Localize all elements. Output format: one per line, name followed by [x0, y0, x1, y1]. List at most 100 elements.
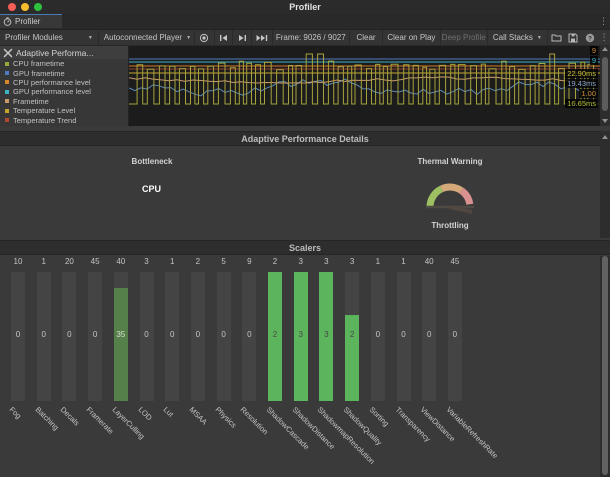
scaler-current-level: 0 — [448, 330, 462, 339]
scaler-current-level: 2 — [268, 330, 282, 339]
tools-icon — [3, 48, 13, 58]
scaler-current-level: 3 — [294, 330, 308, 339]
scalers-scrollbar[interactable] — [600, 256, 610, 477]
call-stacks-label: Call Stacks — [493, 33, 533, 42]
scaler-current-level: 0 — [422, 330, 436, 339]
scalers-scrollbar-thumb[interactable] — [602, 256, 608, 475]
legend-item[interactable]: Frametime — [0, 97, 128, 106]
scaler-current-level: 0 — [11, 330, 25, 339]
toolbar: Profiler Modules ▼ Autoconnected Player … — [0, 30, 610, 46]
legend-label: Temperature Trend — [13, 116, 76, 125]
titlebar: Profiler — [0, 0, 610, 14]
help-icon: ? — [585, 33, 595, 43]
scaler-current-level: 0 — [88, 330, 102, 339]
legend-label: Temperature Level — [13, 106, 75, 115]
legend-color-swatch — [5, 71, 9, 75]
legend-color-swatch — [5, 109, 9, 113]
legend-color-swatch — [5, 80, 9, 84]
tab-label: Profiler — [15, 17, 40, 26]
scaler-max-level: 40 — [422, 257, 436, 266]
scaler-current-level: 0 — [191, 330, 205, 339]
graph-value-label: 22.90ms — [565, 69, 598, 78]
module-header[interactable]: Adaptive Performa... — [0, 46, 128, 59]
tab-menu-icon[interactable]: ⋮ — [599, 15, 607, 28]
help-button[interactable]: ? — [581, 30, 598, 45]
scaler-current-level: 0 — [165, 330, 179, 339]
legend-item[interactable]: GPU performance level — [0, 87, 128, 96]
next-frame-button[interactable] — [233, 30, 252, 45]
clear-button[interactable]: Clear — [350, 30, 384, 45]
scaler-current-level: 0 — [397, 330, 411, 339]
scaler-max-level: 3 — [345, 257, 359, 266]
scaler-max-level: 1 — [37, 257, 51, 266]
scaler-max-level: 45 — [448, 257, 462, 266]
module-title: Adaptive Performa... — [16, 48, 93, 58]
load-profile-button[interactable] — [548, 30, 565, 45]
call-stacks-dropdown[interactable]: Call Stacks ▼ — [488, 30, 548, 45]
frame-indicator: Frame: 9026 / 9027 — [273, 30, 350, 45]
graph-value-label: 16.65ms — [565, 99, 598, 108]
legend-label: CPU frametime — [13, 59, 64, 68]
current-frame-button[interactable] — [252, 30, 273, 45]
previous-frame-button[interactable] — [215, 30, 234, 45]
scaler-max-level: 1 — [397, 257, 411, 266]
scaler-current-level: 3 — [319, 330, 333, 339]
scaler-name: Batching — [33, 405, 60, 432]
scaler-name: Sorting — [367, 405, 390, 428]
toolbar-menu-icon[interactable]: ⋮ — [598, 30, 610, 45]
skip-to-last-icon — [256, 34, 268, 42]
scroll-up-icon[interactable] — [601, 133, 609, 141]
legend-item[interactable]: GPU frametime — [0, 68, 128, 77]
details-scrollbar[interactable] — [600, 131, 610, 238]
graph-value-label: 9 — [590, 56, 598, 65]
legend-label: CPU performance level — [13, 78, 91, 87]
module-chart[interactable]: 9922.90ms19.43ms1.0016.65ms — [129, 46, 600, 126]
legend-color-swatch — [5, 90, 9, 94]
profiler-modules-dropdown[interactable]: Profiler Modules ▼ — [0, 30, 99, 45]
scaler-name: LOD — [136, 405, 153, 422]
scaler-name: Lut — [162, 405, 176, 419]
skip-next-icon — [238, 34, 247, 42]
window-title: Profiler — [0, 0, 610, 14]
scaler-max-level: 3 — [294, 257, 308, 266]
scaler-max-level: 3 — [140, 257, 154, 266]
target-selector-label: Autoconnected Player — [104, 33, 182, 42]
chevron-down-icon: ▼ — [88, 35, 93, 41]
scaler-max-level: 3 — [319, 257, 333, 266]
scaler-current-level: 0 — [37, 330, 51, 339]
scaler-max-level: 5 — [217, 257, 231, 266]
deep-profile-button[interactable]: Deep Profile — [441, 30, 488, 45]
scaler-max-level: 1 — [371, 257, 385, 266]
scaler-name: Fog — [8, 405, 24, 421]
folder-open-icon — [551, 33, 562, 42]
clear-on-play-button[interactable]: Clear on Play — [383, 30, 440, 45]
tab-profiler[interactable]: Profiler — [0, 14, 62, 28]
scaler-current-level: 0 — [217, 330, 231, 339]
legend-item[interactable]: Temperature Level — [0, 106, 128, 115]
scalers-header: Scalers — [0, 240, 610, 255]
scaler-max-level: 20 — [62, 257, 76, 266]
legend-label: GPU performance level — [13, 87, 91, 96]
legend-color-swatch — [5, 99, 9, 103]
thermal-state-label: Throttling — [405, 221, 495, 230]
save-profile-button[interactable] — [565, 30, 582, 45]
scaler-max-level: 1 — [165, 257, 179, 266]
module-graph — [129, 46, 600, 126]
target-selector-dropdown[interactable]: Autoconnected Player ▼ — [99, 30, 195, 45]
legend-item[interactable]: CPU frametime — [0, 59, 128, 68]
legend-item[interactable]: CPU performance level — [0, 78, 128, 87]
scroll-down-icon[interactable] — [601, 117, 609, 125]
legend-item[interactable]: Temperature Trend — [0, 115, 128, 124]
save-icon — [568, 33, 578, 43]
scalers-bars: 100Fog10Batching200Decals450Framerate403… — [0, 255, 600, 477]
scroll-up-icon[interactable] — [601, 45, 609, 53]
scaler-max-level: 9 — [242, 257, 256, 266]
scaler-max-level: 45 — [88, 257, 102, 266]
chart-scrollbar-thumb[interactable] — [602, 57, 608, 111]
profiler-module-area: 9922.90ms19.43ms1.0016.65ms Adaptive Per… — [0, 46, 610, 126]
scaler-name: MSAA — [188, 405, 209, 426]
legend-label: Frametime — [13, 97, 49, 106]
record-button[interactable] — [195, 30, 215, 45]
record-icon — [199, 33, 209, 43]
chart-scrollbar[interactable] — [600, 45, 610, 126]
